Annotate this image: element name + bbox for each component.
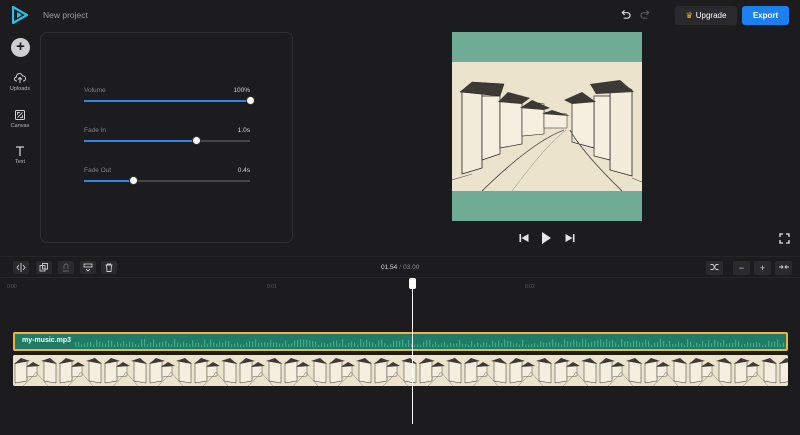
ruler-label: 0:01	[267, 284, 277, 290]
audio-settings-panel: Volume 100% Fade In 1.0s Fade Out 0.4s	[40, 32, 293, 243]
sidebar-item-label: Text	[14, 159, 26, 165]
fade-in-slider-thumb[interactable]	[192, 136, 202, 145]
sidebar-item-canvas[interactable]: Canvas	[0, 109, 40, 129]
zoom-out-button[interactable]: −	[733, 261, 750, 275]
trash-icon	[105, 263, 113, 272]
fade-in-slider[interactable]	[84, 136, 250, 145]
video-preview	[452, 32, 642, 221]
video-clip[interactable]	[13, 355, 788, 386]
ruler-label: 0:00	[7, 284, 17, 290]
upgrade-label: Upgrade	[695, 11, 727, 20]
fade-in-value: 1.0s	[237, 127, 250, 134]
left-nav: + Uploads Canvas Text	[0, 30, 40, 255]
timeline-toolbar: 01.54/03.00 − +	[0, 256, 800, 278]
play-icon[interactable]	[540, 231, 552, 250]
zoom-in-button[interactable]: +	[754, 261, 771, 275]
fade-out-slider-thumb[interactable]	[129, 176, 139, 185]
arrows-inward-icon	[778, 265, 789, 269]
align-button[interactable]	[80, 261, 96, 274]
fade-out-value: 0.4s	[237, 167, 250, 174]
project-title[interactable]: New project	[43, 10, 88, 20]
sidebar-item-text[interactable]: Text	[0, 145, 40, 165]
playhead-line[interactable]	[412, 282, 413, 424]
crown-icon: ♛	[685, 11, 693, 20]
timeline[interactable]: 0:00 0:01 0:02 my-music.mp3	[0, 278, 800, 435]
sidebar-item-label: Uploads	[9, 86, 31, 92]
canvas-icon	[15, 110, 25, 120]
volume-slider-thumb[interactable]	[245, 96, 255, 105]
top-bar: New project ♛ Upgrade Export	[0, 0, 800, 30]
video-filmstrip	[13, 355, 788, 386]
layer-icon	[83, 263, 93, 272]
duplicate-icon	[39, 263, 48, 272]
audio-waveform	[75, 339, 785, 347]
fade-in-label: Fade In	[84, 127, 107, 134]
fade-out-label: Fade Out	[84, 167, 112, 174]
app-logo-icon[interactable]	[12, 6, 28, 24]
delete-button[interactable]	[101, 261, 117, 274]
volume-value: 100%	[233, 87, 250, 94]
split-icon	[16, 263, 26, 272]
text-icon	[16, 146, 24, 156]
duplicate-button[interactable]	[36, 261, 52, 274]
total-time: 03.00	[403, 264, 420, 271]
playhead-handle[interactable]	[409, 278, 416, 289]
upload-icon	[14, 72, 26, 83]
mute-button[interactable]	[58, 261, 74, 274]
fit-timeline-button[interactable]	[706, 261, 723, 275]
split-button[interactable]	[13, 261, 29, 274]
street-sketch-image	[452, 62, 642, 191]
volume-slider[interactable]	[84, 96, 255, 105]
upgrade-button[interactable]: ♛ Upgrade	[675, 6, 737, 25]
add-media-button[interactable]: +	[11, 38, 30, 57]
skip-forward-icon[interactable]	[564, 231, 576, 249]
current-time: 01.54	[381, 264, 398, 271]
undo-icon[interactable]	[620, 9, 631, 23]
ruler-label: 0:02	[525, 284, 535, 290]
skip-back-icon[interactable]	[518, 231, 530, 249]
volume-label: Volume	[84, 87, 106, 94]
time-separator: /	[399, 264, 402, 271]
fullscreen-icon[interactable]	[779, 233, 790, 244]
sidebar-item-uploads[interactable]: Uploads	[0, 72, 40, 92]
audio-detach-icon	[63, 263, 69, 272]
redo-icon[interactable]	[640, 9, 651, 23]
export-button[interactable]: Export	[742, 6, 789, 25]
audio-clip-name: my-music.mp3	[22, 337, 72, 344]
sidebar-item-label: Canvas	[10, 123, 30, 129]
playback-time: 01.54/03.00	[381, 264, 419, 271]
shuffle-icon	[710, 264, 719, 270]
fade-out-slider[interactable]	[84, 176, 250, 185]
audio-clip[interactable]: my-music.mp3	[13, 332, 788, 351]
expand-timeline-button[interactable]	[775, 261, 792, 275]
